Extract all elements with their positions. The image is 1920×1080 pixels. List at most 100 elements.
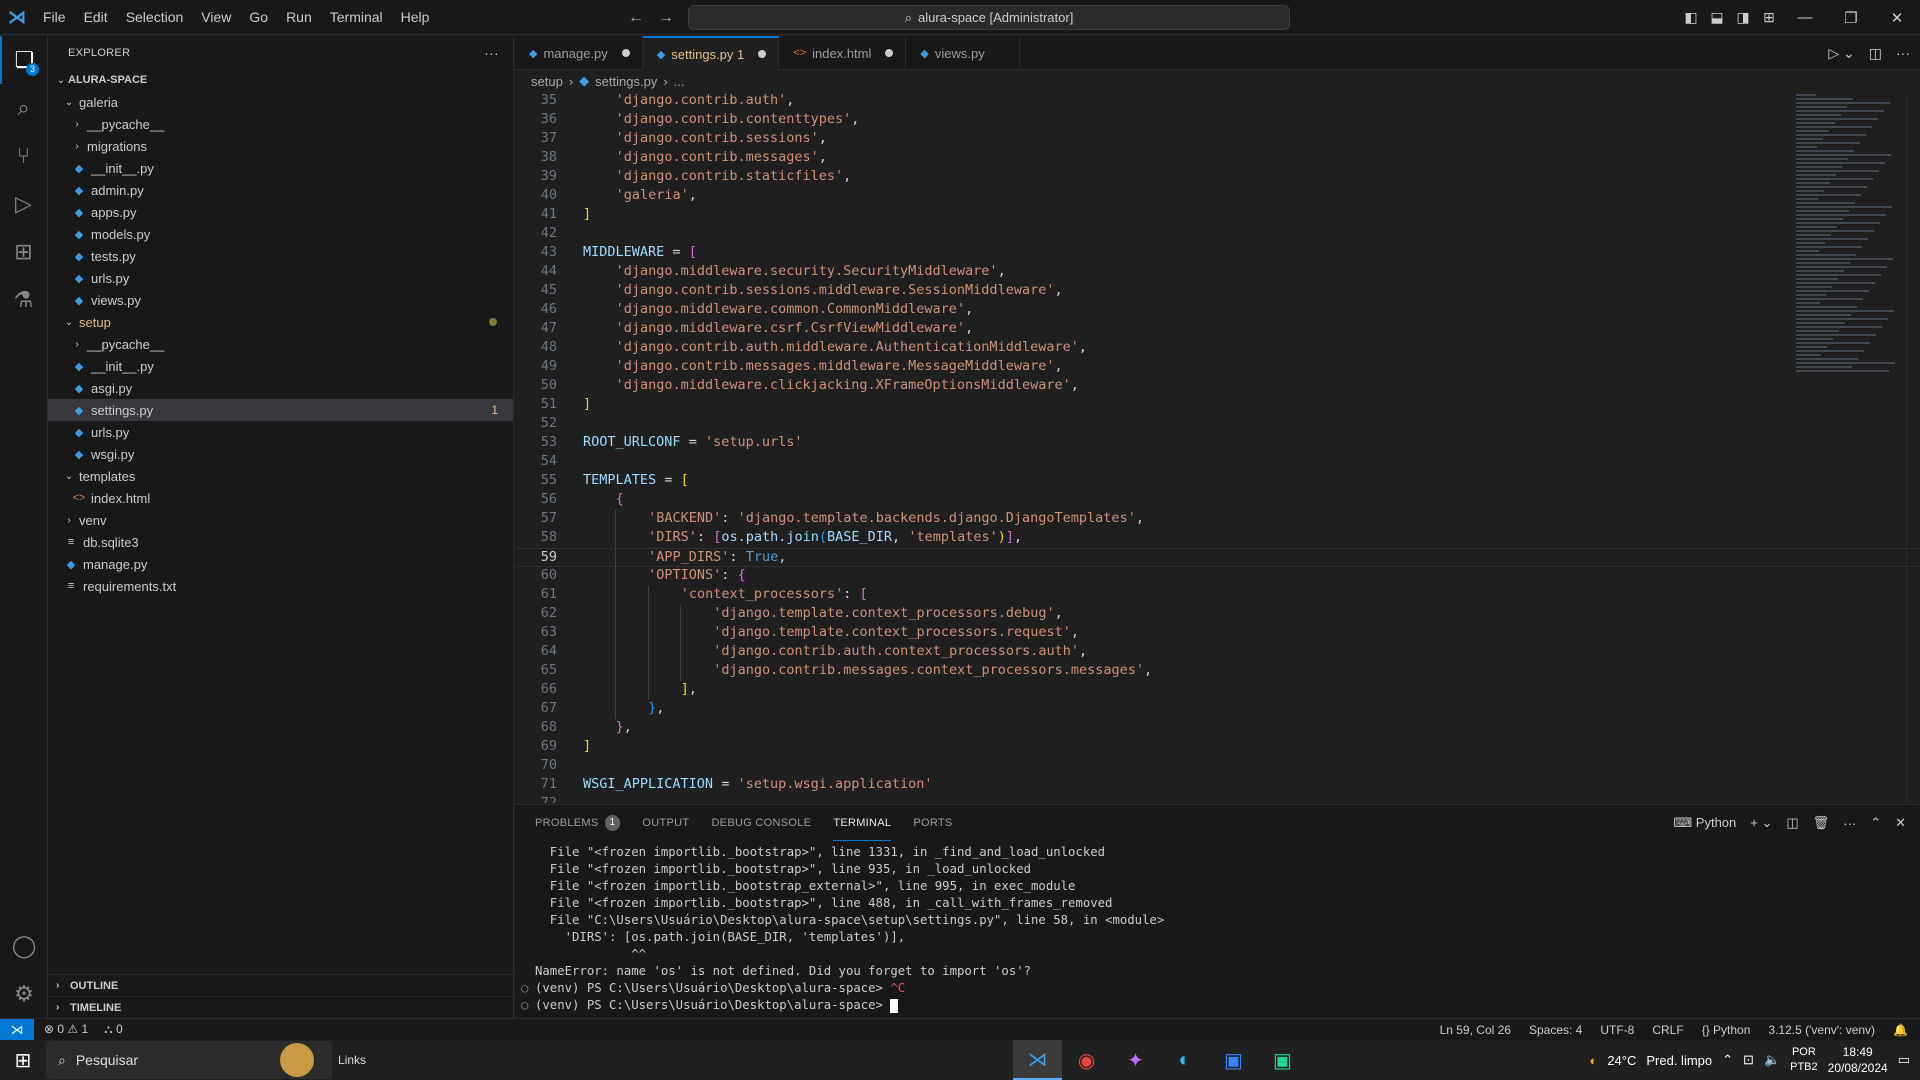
toggle-panel-icon[interactable]: ⬓ xyxy=(1704,9,1730,26)
menu-go[interactable]: Go xyxy=(240,0,277,35)
unsaved-dot-icon[interactable] xyxy=(758,50,767,58)
code-line[interactable]: 47 'django.middleware.csrf.CsrfViewMiddl… xyxy=(515,320,1920,339)
terminal-prompt-line[interactable]: ○ (venv) PS C:\Users\Usuário\Desktop\alur… xyxy=(515,998,1920,1015)
code-line[interactable]: 65 'django.contrib.messages.context_proc… xyxy=(515,662,1920,681)
tree-item[interactable]: ⌄ setup xyxy=(48,311,513,333)
python-interpreter[interactable]: 3.12.5 ('venv': venv) xyxy=(1768,1023,1875,1037)
more-actions-icon[interactable]: ··· xyxy=(484,45,499,61)
panel-more-icon[interactable]: ··· xyxy=(1843,816,1856,831)
menu-file[interactable]: File xyxy=(34,0,75,35)
menu-edit[interactable]: Edit xyxy=(75,0,117,35)
menu-help[interactable]: Help xyxy=(392,0,439,35)
code-line[interactable]: 45 'django.contrib.sessions.middleware.S… xyxy=(515,282,1920,301)
intellij-app-icon[interactable]: ▣ xyxy=(1209,1040,1258,1080)
close-window-icon[interactable]: ✕ xyxy=(1874,9,1920,27)
code-line[interactable]: 38 'django.contrib.messages', xyxy=(515,149,1920,168)
terminal-output[interactable]: File "<frozen importlib._bootstrap>", li… xyxy=(515,841,1920,1015)
terminal-shell-label[interactable]: ⌨ Python xyxy=(1673,815,1736,831)
restore-icon[interactable]: ❐ xyxy=(1828,9,1874,27)
workspace-root[interactable]: ⌄ ALURA-SPACE xyxy=(48,69,513,91)
panel-tab-terminal[interactable]: TERMINAL xyxy=(833,805,892,841)
code-line[interactable]: 35 'django.contrib.auth', xyxy=(515,92,1920,111)
cursor-position[interactable]: Ln 59, Col 26 xyxy=(1440,1023,1511,1037)
end-of-line[interactable]: CRLF xyxy=(1652,1023,1683,1037)
code-line[interactable]: 39 'django.contrib.staticfiles', xyxy=(515,168,1920,187)
code-line[interactable]: 40 'galeria', xyxy=(515,187,1920,206)
explorer-icon[interactable]: ❏ 3 xyxy=(0,36,47,84)
encoding[interactable]: UTF-8 xyxy=(1600,1023,1634,1037)
code-line[interactable]: 67 }, xyxy=(515,700,1920,719)
code-line[interactable]: 71 WSGI_APPLICATION = 'setup.wsgi.applica… xyxy=(515,776,1920,795)
toggle-sidebar-icon[interactable]: ◧ xyxy=(1678,9,1704,26)
code-line[interactable]: 42 xyxy=(515,225,1920,244)
code-line[interactable]: 58 'DIRS': [os.path.join(BASE_DIR, 'temp… xyxy=(515,529,1920,548)
close-panel-icon[interactable]: ✕ xyxy=(1895,815,1906,831)
notifications-bell-icon[interactable]: 🔔 xyxy=(1893,1023,1908,1037)
code-line[interactable]: 52 xyxy=(515,415,1920,434)
code-line[interactable]: 50 'django.middleware.clickjacking.XFram… xyxy=(515,377,1920,396)
tree-item[interactable]: ◆ asgi.py xyxy=(48,377,513,399)
split-terminal-icon[interactable]: ◫ xyxy=(1786,815,1798,831)
windows-start-icon[interactable]: ⊞ xyxy=(0,1040,46,1080)
network-icon[interactable]: ⊡ xyxy=(1743,1052,1754,1068)
unsaved-dot-icon[interactable] xyxy=(885,49,894,57)
panel-tab-debug-console[interactable]: DEBUG CONSOLE xyxy=(711,805,811,841)
code-line[interactable]: 56 { xyxy=(515,491,1920,510)
chrome-app-icon[interactable]: ◉ xyxy=(1062,1040,1111,1080)
tree-item[interactable]: ◆ wsgi.py xyxy=(48,443,513,465)
minimap[interactable] xyxy=(1796,92,1906,392)
code-editor[interactable]: 35 'django.contrib.auth', 36 'django.cont… xyxy=(515,92,1920,803)
weather-text[interactable]: Pred. limpo xyxy=(1646,1053,1712,1068)
tree-item[interactable]: ◆ urls.py xyxy=(48,267,513,289)
vscode-app-icon[interactable]: ⋊ xyxy=(1013,1040,1062,1080)
code-line[interactable]: 62 'django.template.context_processors.d… xyxy=(515,605,1920,624)
tree-item[interactable]: ⌄ galeria xyxy=(48,91,513,113)
weather-temp[interactable]: 24°C xyxy=(1607,1053,1636,1068)
tree-item[interactable]: ◆ urls.py xyxy=(48,421,513,443)
code-line[interactable]: 61 'context_processors': [ xyxy=(515,586,1920,605)
editor-tab[interactable]: <> index.html xyxy=(779,36,907,70)
minimize-icon[interactable]: — xyxy=(1782,9,1828,27)
tree-item[interactable]: ≡ requirements.txt xyxy=(48,575,513,597)
outline-section[interactable]: › OUTLINE xyxy=(48,974,514,996)
menu-terminal[interactable]: Terminal xyxy=(321,0,392,35)
code-line[interactable]: 59 'APP_DIRS': True, xyxy=(515,548,1920,568)
tree-item[interactable]: <> index.html xyxy=(48,487,513,509)
tree-item[interactable]: ◆ __init__.py xyxy=(48,157,513,179)
ports-status[interactable]: ⛬ 0 xyxy=(104,1022,122,1037)
code-line[interactable]: 63 'django.template.context_processors.r… xyxy=(515,624,1920,643)
toggle-secondary-sidebar-icon[interactable]: ◨ xyxy=(1730,9,1756,26)
editor-scrollbar[interactable] xyxy=(1906,92,1920,803)
customize-layout-icon[interactable]: ⊞ xyxy=(1756,9,1782,26)
code-line[interactable]: 37 'django.contrib.sessions', xyxy=(515,130,1920,149)
tree-item[interactable]: › migrations xyxy=(48,135,513,157)
volume-icon[interactable]: 🔈 xyxy=(1764,1052,1780,1068)
new-terminal-icon[interactable]: + ⌄ xyxy=(1750,815,1772,831)
code-line[interactable]: 43 MIDDLEWARE = [ xyxy=(515,244,1920,263)
tree-item[interactable]: › venv xyxy=(48,509,513,531)
tree-item[interactable]: › __pycache__ xyxy=(48,113,513,135)
remote-indicator-icon[interactable]: ⋊ xyxy=(0,1018,34,1041)
maximize-panel-icon[interactable]: ⌃ xyxy=(1870,815,1881,831)
menu-run[interactable]: Run xyxy=(277,0,321,35)
edge-app-icon[interactable]: ◐ xyxy=(1160,1040,1209,1080)
tree-item[interactable]: ◆ models.py xyxy=(48,223,513,245)
tree-item[interactable]: › __pycache__ xyxy=(48,333,513,355)
code-line[interactable]: 54 xyxy=(515,453,1920,472)
back-arrow-icon[interactable]: ← xyxy=(628,9,644,27)
accounts-icon[interactable]: ◯ xyxy=(0,922,48,970)
input-language[interactable]: POR PTB2 xyxy=(1790,1045,1818,1075)
editor-tab[interactable]: ◆ settings.py 1 xyxy=(642,36,780,70)
run-file-icon[interactable]: ▷ ⌄ xyxy=(1828,45,1854,62)
breadcrumb-folder[interactable]: setup xyxy=(531,74,563,89)
code-line[interactable]: 60 'OPTIONS': { xyxy=(515,567,1920,586)
pycharm-app-icon[interactable]: ▣ xyxy=(1258,1040,1307,1080)
editor-more-icon[interactable]: ··· xyxy=(1896,45,1910,61)
tree-item[interactable]: ◆ settings.py 1 xyxy=(48,399,513,421)
forward-arrow-icon[interactable]: → xyxy=(658,9,674,27)
menu-selection[interactable]: Selection xyxy=(117,0,193,35)
run-debug-icon[interactable]: ▷ xyxy=(0,180,47,228)
code-line[interactable]: 44 'django.middleware.security.SecurityM… xyxy=(515,263,1920,282)
manage-gear-icon[interactable]: ⚙ xyxy=(0,970,48,1018)
tree-item[interactable]: ◆ apps.py xyxy=(48,201,513,223)
